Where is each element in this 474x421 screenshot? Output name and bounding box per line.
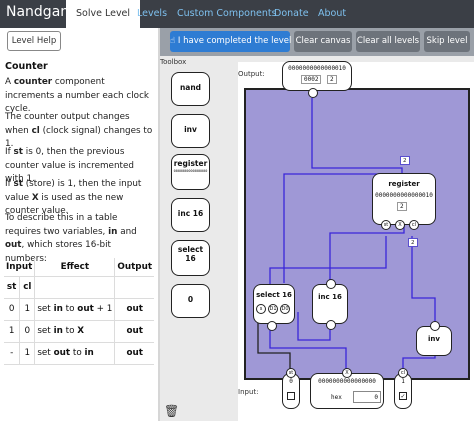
input-cl-pin[interactable]: cl: [398, 368, 408, 378]
output-node[interactable]: 0000000000000010 0002 2: [282, 61, 352, 91]
inc16-output-pin[interactable]: [326, 279, 336, 289]
top-navbar: Nandgame Solve Level Levels Custom Compo…: [0, 0, 474, 28]
nav-donate[interactable]: Donate: [274, 8, 309, 19]
nav-custom-components[interactable]: Custom Components: [177, 8, 277, 19]
select16-pin-s[interactable]: s: [256, 304, 266, 314]
inc16-node[interactable]: inc 16: [312, 284, 348, 324]
table-row: 0 1 set in to out + 1 out: [4, 298, 155, 321]
truth-table: Input Effect Output st cl 0 1 set in to …: [4, 258, 155, 365]
input-st-pin[interactable]: st: [286, 368, 296, 378]
inc16-input-pin[interactable]: [326, 320, 336, 330]
output-chip: 2: [327, 75, 337, 84]
level-title: Counter: [5, 61, 48, 72]
select16-output-pin[interactable]: [267, 321, 277, 331]
output-decimal: 0002: [301, 75, 322, 84]
checkbox-checked-icon[interactable]: ✓: [399, 392, 407, 400]
register-node[interactable]: register 0000000000000010 2: [372, 173, 436, 225]
wire-inv-register[interactable]: [411, 236, 436, 328]
input-x[interactable]: 0000000000000000 hex 0: [310, 373, 384, 409]
table-subheader-st: st: [4, 276, 20, 299]
inv-output-pin[interactable]: [430, 321, 440, 331]
input-x-hex-field[interactable]: 0: [353, 391, 381, 403]
editor-area: ☝ I have completed the level Clear canva…: [160, 28, 474, 421]
select16-pin-d1[interactable]: D1: [268, 304, 278, 314]
input-x-pin[interactable]: X: [342, 368, 352, 378]
table-subheader-cl: cl: [19, 276, 35, 299]
register-pin-cl[interactable]: cl: [409, 220, 419, 230]
register-pin-x[interactable]: X: [395, 220, 405, 230]
select16-pin-d0[interactable]: D0: [280, 304, 290, 314]
register-pin-st[interactable]: st: [381, 220, 391, 230]
input-st[interactable]: 0: [282, 373, 300, 409]
checkbox-unchecked-icon[interactable]: [287, 392, 295, 400]
table-row: - 1 set out to in out: [4, 342, 155, 365]
table-header-input: Input: [4, 258, 35, 277]
table-row: 1 0 set in to X out: [4, 320, 155, 343]
table-header-output: Output: [114, 258, 155, 277]
register-output-chip: 2: [400, 156, 410, 165]
level-description-panel: Level Help Counter A counter component i…: [0, 28, 158, 421]
level-help-button[interactable]: Level Help: [7, 31, 61, 51]
output-pin[interactable]: [308, 88, 318, 98]
nav-levels[interactable]: Levels: [137, 8, 167, 19]
table-header-effect: Effect: [34, 258, 115, 277]
wire-register-output[interactable]: [311, 98, 403, 180]
register-cl-chip: 2: [408, 238, 418, 247]
input-cl[interactable]: 1 ✓: [394, 373, 412, 409]
nav-solve-level[interactable]: Solve Level: [66, 0, 141, 28]
register-chip: 2: [397, 202, 407, 211]
nav-about[interactable]: About: [318, 8, 346, 19]
